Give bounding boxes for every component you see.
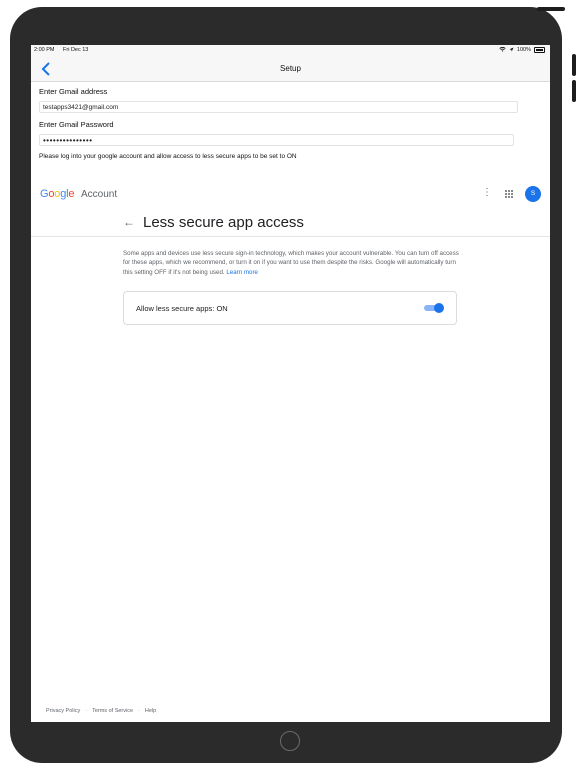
toggle-knob [434,303,444,313]
status-date: Fri Dec 13 [63,47,89,53]
status-bar: 2:00 PM Fri Dec 13 100% [31,45,550,56]
google-logo-letter: e [68,188,75,200]
apps-grid-icon[interactable] [505,190,513,198]
avatar[interactable]: S [525,186,541,202]
battery-icon [534,46,545,53]
battery-percent: 100% [516,46,531,53]
setting-card: Allow less secure apps: ON [123,291,457,325]
description: Some apps and devices use less secure si… [123,249,461,277]
power-button [537,7,565,11]
terms-link[interactable]: Terms of Service [92,708,133,714]
password-field[interactable]: ••••••••••••••• [39,134,514,146]
volume-up-button [572,54,576,76]
account-label: Account [81,189,118,200]
header-divider [31,236,550,237]
setting-label: Allow less secure apps: ON [136,304,228,313]
status-time: 2:00 PM [34,47,55,53]
footer-separator: · [85,708,88,714]
description-text: Some apps and devices use less secure si… [123,250,459,276]
nav-title: Setup [280,64,301,73]
instruction-note: Please log into your google account and … [39,153,297,160]
learn-more-link[interactable]: Learn more [226,269,258,276]
wifi-icon [499,47,506,52]
more-vert-icon[interactable]: ⋮ [482,187,492,198]
status-right: 100% [499,46,545,53]
arrow-back-icon[interactable]: ← [123,215,135,229]
location-icon [509,47,514,52]
footer: Privacy Policy · Terms of Service · Help [46,708,156,714]
volume-down-button [572,80,576,102]
less-secure-toggle[interactable] [424,303,444,313]
email-label: Enter Gmail address [39,87,108,96]
email-field[interactable]: testapps3421@gmail.com [39,101,518,113]
google-logo: Google [40,188,74,200]
footer-separator: · [138,708,140,714]
password-label: Enter Gmail Password [39,120,114,129]
privacy-policy-link[interactable]: Privacy Policy [46,708,80,714]
page-title: Less secure app access [143,214,304,231]
screen: 2:00 PM Fri Dec 13 100% Setup Enter Gmai… [31,45,550,722]
home-button[interactable] [280,731,300,751]
help-link[interactable]: Help [145,708,156,714]
navigation-bar: Setup [31,56,550,82]
